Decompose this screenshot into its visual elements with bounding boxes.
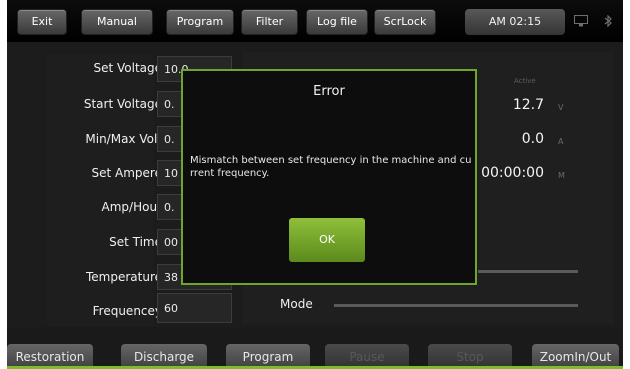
filter-button[interactable]: Filter	[241, 9, 298, 35]
bottom-toolbar: Restoration Discharge Program Pause Stop…	[7, 327, 623, 369]
log-file-button[interactable]: Log file	[306, 9, 368, 35]
ampere-unit: A	[558, 137, 564, 146]
progress-bar	[478, 270, 578, 273]
main-panel: Set Voltage Start Voltage Min/Max Volt S…	[7, 42, 623, 328]
manual-button[interactable]: Manual	[81, 9, 153, 35]
parameter-label-column	[47, 54, 153, 328]
monitor-icon	[574, 15, 588, 27]
set-voltage-label: Set Voltage	[93, 61, 162, 75]
top-toolbar: Exit Manual Program Filter Log file ScrL…	[7, 0, 623, 42]
set-time-label: Set Time	[109, 235, 162, 249]
program-button[interactable]: Program	[166, 9, 234, 35]
temperature-label: Temperature	[85, 270, 162, 284]
scrlock-button[interactable]: ScrLock	[374, 9, 436, 35]
time-unit: M	[558, 171, 565, 180]
device-screen: Exit Manual Program Filter Log file ScrL…	[7, 0, 623, 369]
bluetooth-icon	[604, 15, 612, 27]
amp-hour-label: Amp/Hour	[101, 200, 162, 214]
start-voltage-label: Start Voltage	[83, 97, 162, 111]
ok-button[interactable]: OK	[289, 218, 365, 262]
frequency-field[interactable]: 60	[157, 293, 232, 323]
mode-bar	[334, 304, 578, 307]
error-dialog: Error Mismatch between set frequency in …	[181, 69, 477, 285]
ampere-readout: 0.0	[521, 131, 544, 147]
dialog-title: Error	[313, 84, 345, 99]
exit-button[interactable]: Exit	[17, 9, 67, 35]
dialog-message: Mismatch between set frequency in the ma…	[190, 155, 472, 179]
mode-label: Mode	[280, 297, 313, 311]
voltage-unit: V	[558, 103, 564, 112]
min-max-volt-label: Min/Max Volt	[85, 132, 162, 146]
frequency-label: Frequencey	[92, 304, 162, 318]
clock-display: AM 02:15	[465, 9, 565, 35]
set-ampere-label: Set Ampere	[91, 166, 162, 180]
voltage-readout: 12.7	[512, 97, 544, 113]
active-label: Active	[514, 77, 536, 85]
